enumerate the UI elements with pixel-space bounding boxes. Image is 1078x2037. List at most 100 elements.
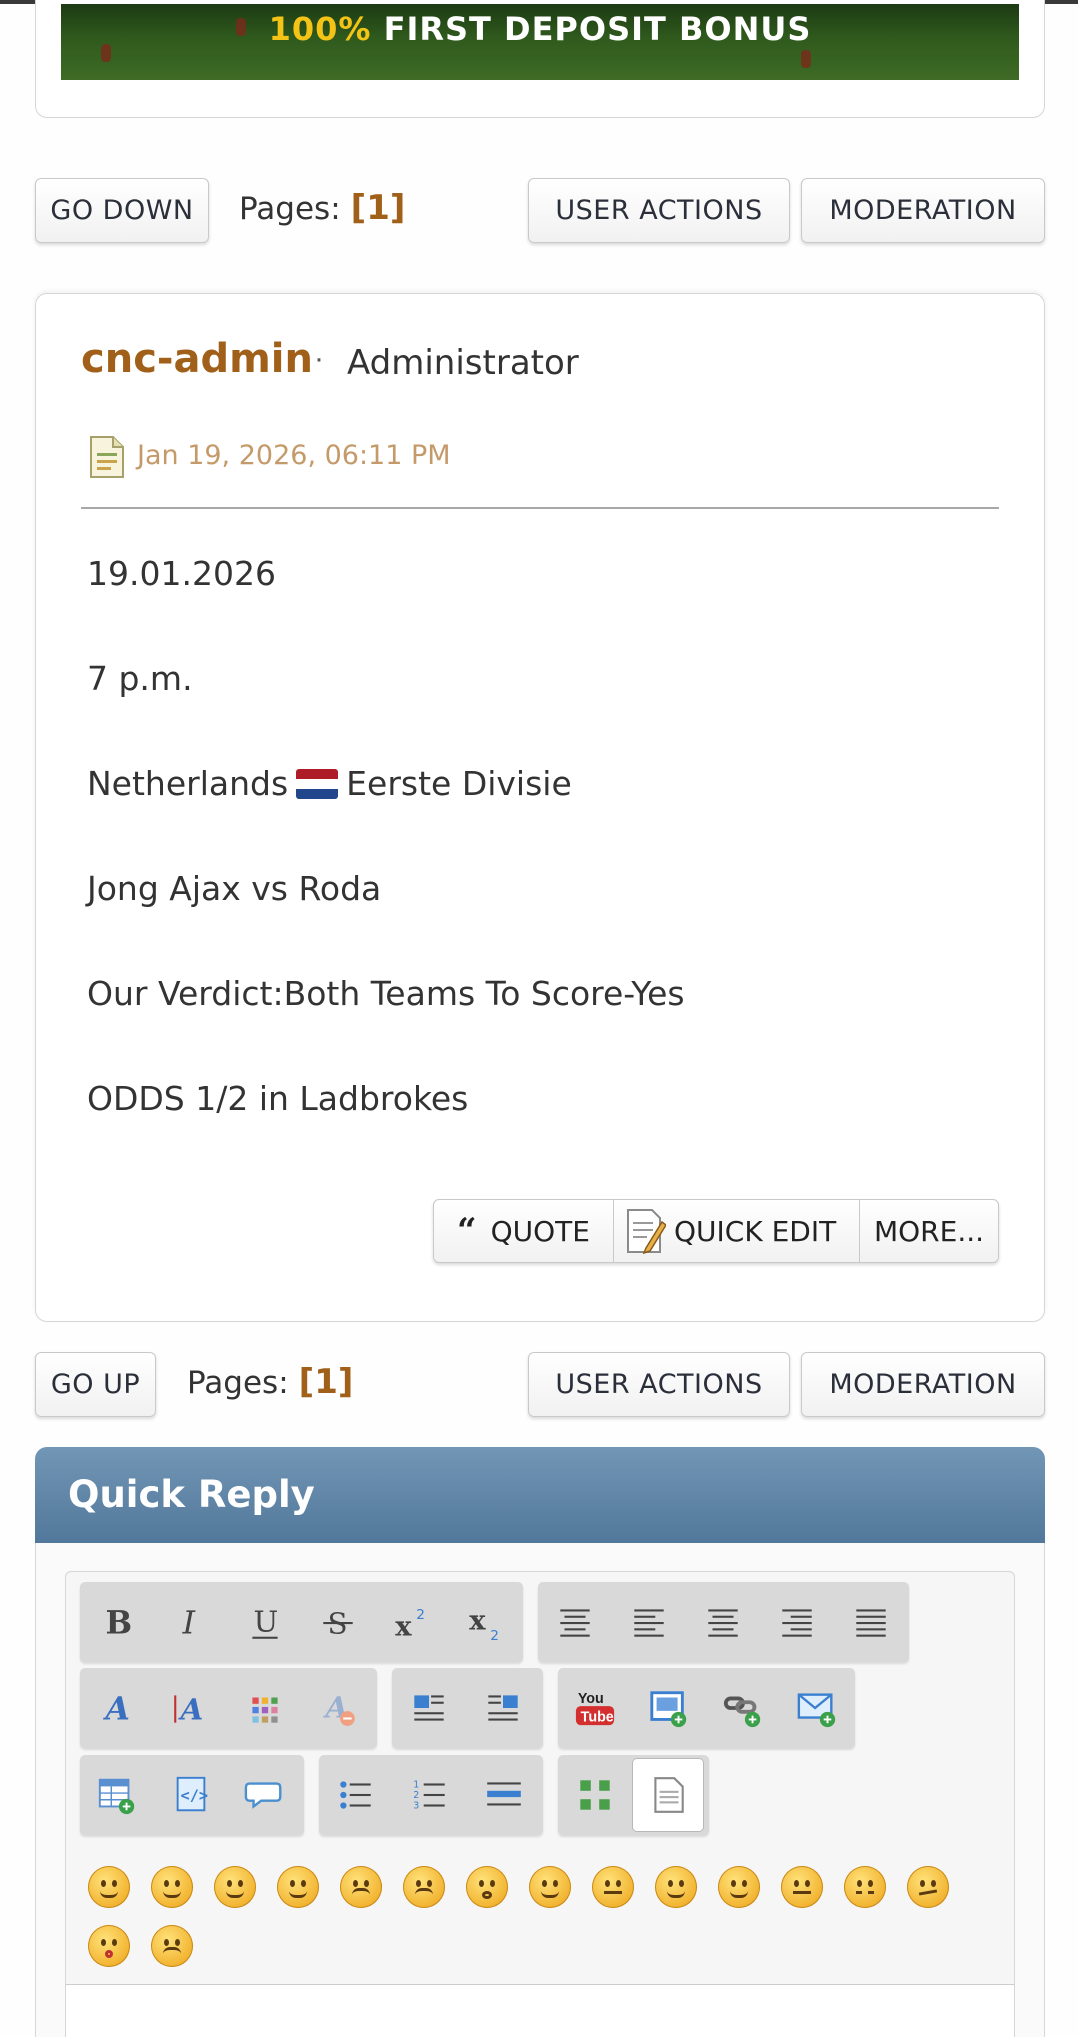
align-center-icon[interactable] [686, 1582, 760, 1662]
svg-text:B: B [105, 1605, 132, 1642]
quick-edit-label: QUICK EDIT [674, 1214, 837, 1248]
banner-text: 100% FIRST DEPOSIT BONUS [269, 10, 812, 48]
pages-label: Pages: [187, 1365, 289, 1401]
post-line-verdict: Our Verdict:Both Teams To Score-Yes [87, 974, 685, 1013]
post-line-odds: ODDS 1/2 in Ladbrokes [87, 1079, 469, 1118]
source-icon[interactable] [632, 1758, 704, 1832]
go-up-button[interactable]: GO UP [35, 1352, 156, 1417]
banner-title: FIRST DEPOSIT BONUS [383, 10, 812, 48]
poster-name-link[interactable]: cnc-admin [81, 336, 313, 382]
youtube-icon[interactable]: You Tube [558, 1668, 632, 1748]
font-face-icon[interactable]: A [80, 1668, 154, 1748]
pagination-top: Pages: [1] [239, 188, 405, 228]
cry-icon[interactable] [151, 1925, 193, 1967]
wink-icon[interactable] [151, 1866, 193, 1908]
cheesy-icon[interactable] [214, 1866, 256, 1908]
align-right-icon[interactable] [760, 1582, 834, 1662]
media-group: You Tube [558, 1668, 855, 1748]
moderation-button[interactable]: MODERATION [801, 178, 1045, 243]
message-textarea[interactable] [65, 1984, 1015, 2037]
insert-code-icon[interactable]: </> [154, 1755, 228, 1835]
moderation-button[interactable]: MODERATION [801, 1352, 1045, 1417]
svg-text:x: x [395, 1611, 412, 1643]
post-line-time: 7 p.m. [87, 659, 193, 698]
svg-text:U: U [253, 1604, 278, 1638]
netherlands-flag-icon [296, 769, 339, 799]
cool-icon[interactable] [529, 1866, 571, 1908]
user-actions-button[interactable]: USER ACTIONS [528, 178, 790, 243]
more-button[interactable]: MORE... [860, 1200, 998, 1262]
pre-icon[interactable] [538, 1582, 612, 1662]
current-page-link[interactable]: [1] [351, 188, 406, 228]
svg-text:You: You [578, 1691, 604, 1707]
insert-email-icon[interactable] [780, 1668, 854, 1748]
pages-label: Pages: [239, 191, 341, 227]
more-label: MORE... [873, 1214, 985, 1248]
post-line-match: Jong Ajax vs Roda [87, 869, 382, 908]
bulleted-list-icon[interactable] [319, 1755, 393, 1835]
ordered-list-icon[interactable]: 123 [393, 1755, 467, 1835]
promo-banner[interactable]: 100% FIRST DEPOSIT BONUS [61, 4, 1019, 80]
shocked-icon[interactable] [466, 1866, 508, 1908]
svg-text:2: 2 [490, 1628, 499, 1643]
lipsrsealed-icon[interactable] [844, 1866, 886, 1908]
quote-icon: “ [457, 1211, 477, 1251]
quick-edit-icon [627, 1209, 666, 1254]
insert-image-icon[interactable] [632, 1668, 706, 1748]
svg-text:2: 2 [413, 1790, 419, 1801]
quick-reply-title: Quick Reply [68, 1473, 315, 1516]
country-text: Netherlands [87, 764, 289, 803]
tongue-icon[interactable] [718, 1866, 760, 1908]
separator-dot: · [314, 342, 324, 375]
document-icon [90, 436, 124, 478]
justify-icon[interactable] [834, 1582, 908, 1662]
post-date-link[interactable]: Jan 19, 2026, 06:11 PM [137, 440, 451, 471]
league-text: Eerste Divisie [346, 764, 572, 803]
svg-text:I: I [181, 1606, 195, 1642]
maximize-icon[interactable] [558, 1755, 632, 1835]
remove-format-icon[interactable]: A [302, 1668, 376, 1748]
svg-text:x: x [469, 1604, 486, 1636]
subscript-icon[interactable]: x2 [449, 1582, 523, 1662]
huh-icon[interactable] [592, 1866, 634, 1908]
embarrassed-icon[interactable] [781, 1866, 823, 1908]
text-style-group: B I U S x2 x2 [80, 1582, 523, 1662]
float-left-icon[interactable] [392, 1668, 466, 1748]
list-group: 123 [319, 1755, 543, 1835]
svg-text:A: A [102, 1691, 129, 1728]
quote-label: QUOTE [490, 1214, 590, 1248]
font-size-icon[interactable]: A [154, 1668, 228, 1748]
current-page-link[interactable]: [1] [299, 1362, 354, 1402]
font-color-icon[interactable] [228, 1668, 302, 1748]
user-actions-button[interactable]: USER ACTIONS [528, 1352, 790, 1417]
kiss-icon[interactable] [88, 1925, 130, 1967]
svg-text:1: 1 [413, 1780, 419, 1791]
bold-icon[interactable]: B [80, 1582, 154, 1662]
sad-icon[interactable] [403, 1866, 445, 1908]
quote-button[interactable]: “ QUOTE [434, 1200, 614, 1262]
banner-percent: 100% [268, 10, 372, 48]
post-line-date: 19.01.2026 [87, 554, 276, 593]
rolleyes-icon[interactable] [655, 1866, 697, 1908]
align-left-icon[interactable] [612, 1582, 686, 1662]
grin-icon[interactable] [277, 1866, 319, 1908]
undecided-icon[interactable] [907, 1866, 949, 1908]
svg-text:2: 2 [416, 1607, 425, 1623]
horizontal-rule-icon[interactable] [467, 1755, 541, 1835]
float-right-icon[interactable] [466, 1668, 540, 1748]
go-down-button[interactable]: GO DOWN [35, 178, 209, 243]
insert-link-icon[interactable] [706, 1668, 780, 1748]
superscript-icon[interactable]: x2 [375, 1582, 449, 1662]
svg-text:Tube: Tube [581, 1709, 614, 1725]
italic-icon[interactable]: I [154, 1582, 228, 1662]
quick-edit-button[interactable]: QUICK EDIT [614, 1200, 860, 1262]
strikethrough-icon[interactable]: S [301, 1582, 375, 1662]
underline-icon[interactable]: U [228, 1582, 302, 1662]
svg-text:A: A [178, 1692, 204, 1727]
pagination-bottom: Pages: [1] [187, 1362, 353, 1402]
insert-quote-icon[interactable] [228, 1755, 302, 1835]
smiley-icon[interactable] [88, 1866, 130, 1908]
angry-icon[interactable] [340, 1866, 382, 1908]
alignment-group [538, 1582, 909, 1662]
insert-table-icon[interactable] [80, 1755, 154, 1835]
